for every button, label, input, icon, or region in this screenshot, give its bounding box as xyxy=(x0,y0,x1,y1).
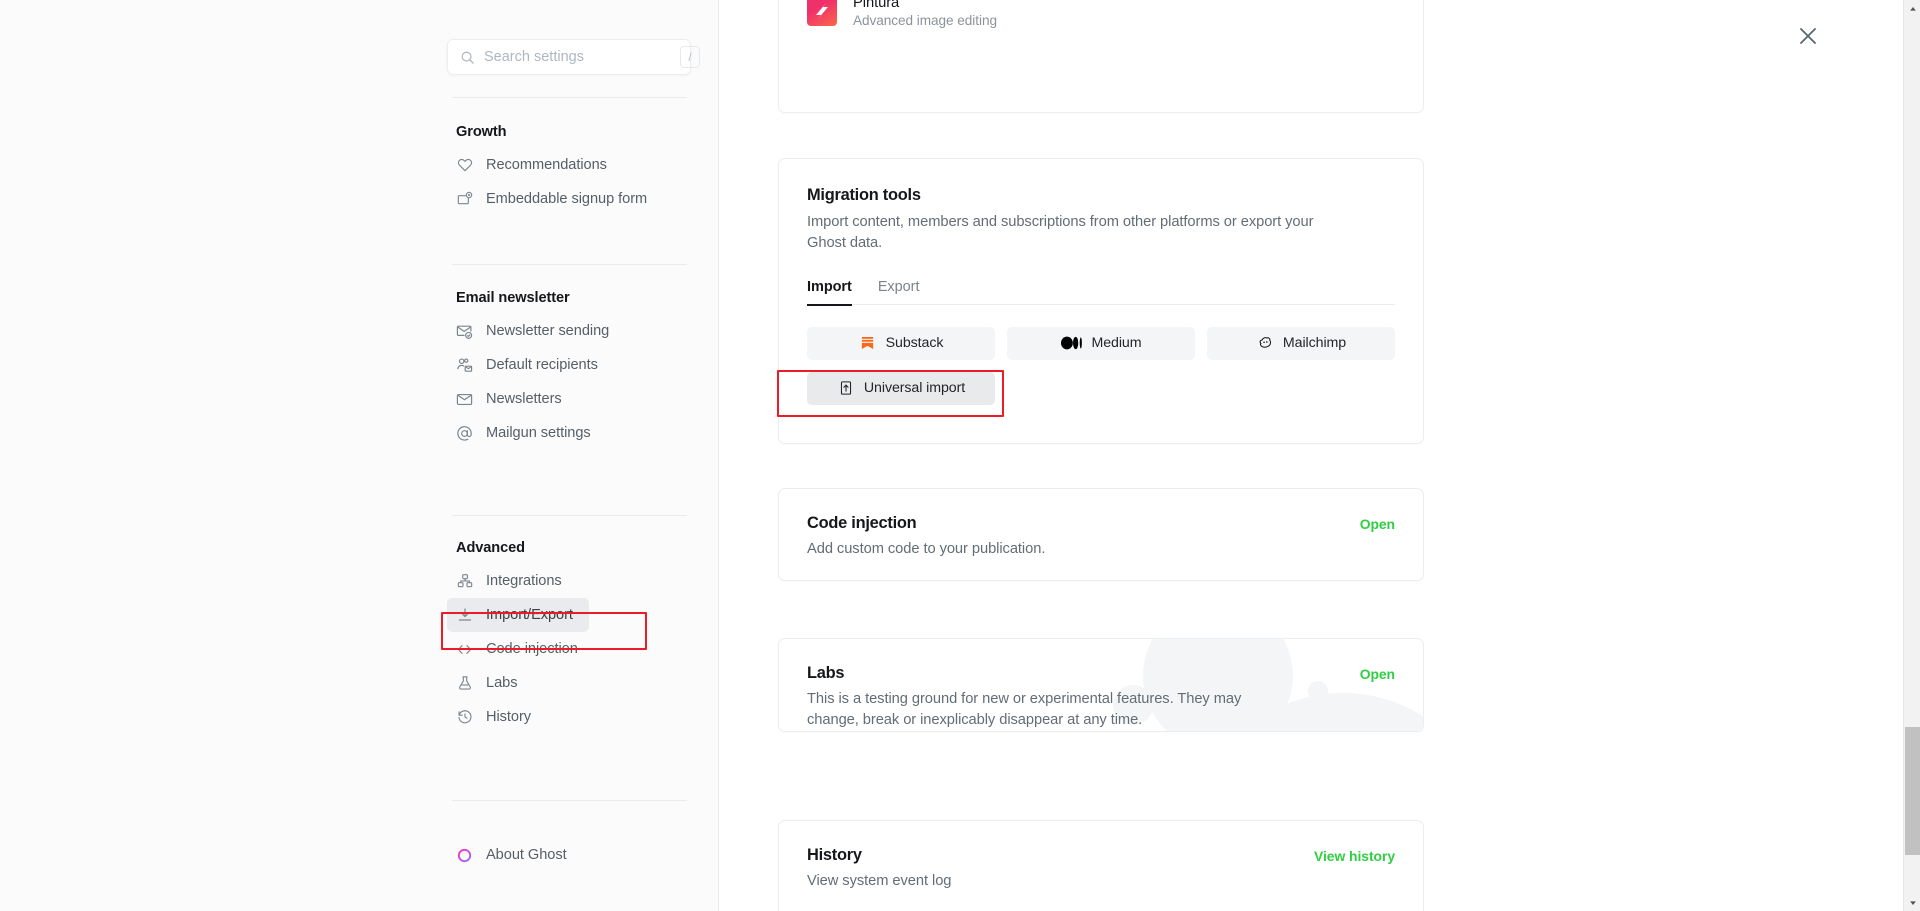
sidebar-group-advanced: Advanced Integrations xyxy=(447,540,687,734)
pintura-logo-icon xyxy=(807,0,837,26)
flask-icon xyxy=(456,675,473,692)
button-label: Mailchimp xyxy=(1283,335,1346,351)
import-medium-button[interactable]: Medium xyxy=(1007,327,1195,360)
sidebar-item-integrations[interactable]: Integrations xyxy=(447,564,687,598)
tab-import[interactable]: Import xyxy=(807,279,852,305)
sidebar-divider-email xyxy=(452,515,687,516)
card-description: View system event log xyxy=(807,871,1327,892)
sidebar-divider-top xyxy=(452,97,687,98)
heart-icon xyxy=(456,157,473,174)
substack-icon xyxy=(859,334,877,352)
ghost-circle-icon xyxy=(456,847,473,864)
search-input[interactable] xyxy=(484,49,671,65)
sidebar-item-mailgun-settings[interactable]: Mailgun settings xyxy=(447,416,687,450)
sidebar-group-growth: Growth Recommendations Embeddab xyxy=(447,124,687,216)
sidebar-item-import-export[interactable]: Import/Export xyxy=(447,598,589,632)
close-icon[interactable] xyxy=(1796,24,1820,48)
sidebar-item-label: Import/Export xyxy=(486,607,573,623)
list-item-title: Pintura xyxy=(853,0,997,11)
import-substack-button[interactable]: Substack xyxy=(807,327,995,360)
page-title: Migration tools xyxy=(807,186,1395,205)
import-buttons-grid: Substack Medium xyxy=(807,327,1395,405)
card-title: Labs xyxy=(807,664,1395,683)
sidebar-item-label: History xyxy=(486,709,531,725)
integrations-icon xyxy=(456,573,473,590)
migration-tools-card: Migration tools Import content, members … xyxy=(778,158,1424,444)
sidebar-item-embeddable-signup-form[interactable]: Embeddable signup form xyxy=(447,182,687,216)
sidebar-item-history[interactable]: History xyxy=(447,700,687,734)
sidebar-group-title: Email newsletter xyxy=(447,290,687,306)
sidebar-item-newsletters[interactable]: Newsletters xyxy=(447,382,687,416)
list-item-description: Advanced image editing xyxy=(853,13,997,28)
card-title: Code injection xyxy=(807,514,1395,533)
tab-export[interactable]: Export xyxy=(878,279,920,305)
view-history-link[interactable]: View history xyxy=(1314,848,1395,864)
history-clock-icon xyxy=(456,709,473,726)
medium-icon xyxy=(1061,334,1083,352)
sidebar-item-label: Code injection xyxy=(486,641,578,657)
sidebar-item-labs[interactable]: Labs xyxy=(447,666,687,700)
envelope-icon xyxy=(456,391,473,408)
ghost-settings-screen: / Growth Recommendations xyxy=(0,0,1920,911)
sidebar-divider-growth xyxy=(452,264,687,265)
upload-box-icon xyxy=(837,379,855,397)
code-injection-open-link[interactable]: Open xyxy=(1360,516,1395,532)
card-description: This is a testing ground for new or expe… xyxy=(807,689,1277,732)
card-title: History xyxy=(807,846,1395,865)
sidebar-item-label: Mailgun settings xyxy=(486,425,591,441)
scroll-down-arrow-icon[interactable] xyxy=(1904,894,1920,911)
sidebar-footer: About Ghost xyxy=(447,838,687,872)
mail-check-icon xyxy=(456,323,473,340)
embed-form-icon xyxy=(456,191,473,208)
sidebar-item-label: Labs xyxy=(486,675,517,691)
code-injection-card: Code injection Add custom code to your p… xyxy=(778,488,1424,581)
search-settings-box[interactable]: / xyxy=(447,39,691,75)
sidebar-item-recommendations[interactable]: Recommendations xyxy=(447,148,687,182)
search-shortcut-badge: / xyxy=(680,46,700,68)
settings-sidebar-pane: / Growth Recommendations xyxy=(0,0,719,911)
sidebar-item-label: Recommendations xyxy=(486,157,607,173)
recipients-icon xyxy=(456,357,473,374)
card-description: Import content, members and subscription… xyxy=(807,212,1327,255)
code-brackets-icon xyxy=(456,641,473,658)
search-icon xyxy=(460,50,475,65)
button-label: Medium xyxy=(1092,335,1142,351)
mailchimp-icon xyxy=(1256,334,1274,352)
sidebar-item-label: Newsletters xyxy=(486,391,562,407)
sidebar-item-newsletter-sending[interactable]: Newsletter sending xyxy=(447,314,687,348)
migration-tabs: Import Export xyxy=(807,279,1395,305)
sidebar-item-label: About Ghost xyxy=(486,847,567,863)
vertical-scrollbar[interactable] xyxy=(1903,0,1920,911)
history-card: History View system event log View histo… xyxy=(778,820,1424,911)
button-label: Universal import xyxy=(864,380,965,396)
button-label: Substack xyxy=(886,335,944,351)
settings-main-content: Launch your member referral program Pint… xyxy=(719,0,1920,911)
scroll-up-arrow-icon[interactable] xyxy=(1904,0,1920,17)
sidebar-item-label: Newsletter sending xyxy=(486,323,609,339)
sidebar-group-email-newsletter: Email newsletter Newsletter sending xyxy=(447,290,687,450)
import-mailchimp-button[interactable]: Mailchimp xyxy=(1207,327,1395,360)
list-item[interactable]: Pintura Advanced image editing xyxy=(779,0,1423,44)
sidebar-item-label: Default recipients xyxy=(486,357,598,373)
sidebar-item-about-ghost[interactable]: About Ghost xyxy=(447,838,687,872)
sidebar-item-default-recipients[interactable]: Default recipients xyxy=(447,348,687,382)
labs-card: Labs This is a testing ground for new or… xyxy=(778,638,1424,732)
sidebar-divider-advanced xyxy=(452,800,687,801)
sidebar-item-code-injection[interactable]: Code injection xyxy=(447,632,687,666)
sidebar-group-title: Advanced xyxy=(447,540,687,556)
integrations-card: Launch your member referral program Pint… xyxy=(778,0,1424,113)
sidebar-group-title: Growth xyxy=(447,124,687,140)
sidebar-item-label: Integrations xyxy=(486,573,562,589)
card-description: Add custom code to your publication. xyxy=(807,539,1327,560)
at-sign-icon xyxy=(456,425,473,442)
scrollbar-thumb[interactable] xyxy=(1905,727,1920,855)
download-icon xyxy=(456,607,473,624)
sidebar-item-label: Embeddable signup form xyxy=(486,191,647,207)
universal-import-button[interactable]: Universal import xyxy=(807,372,995,405)
